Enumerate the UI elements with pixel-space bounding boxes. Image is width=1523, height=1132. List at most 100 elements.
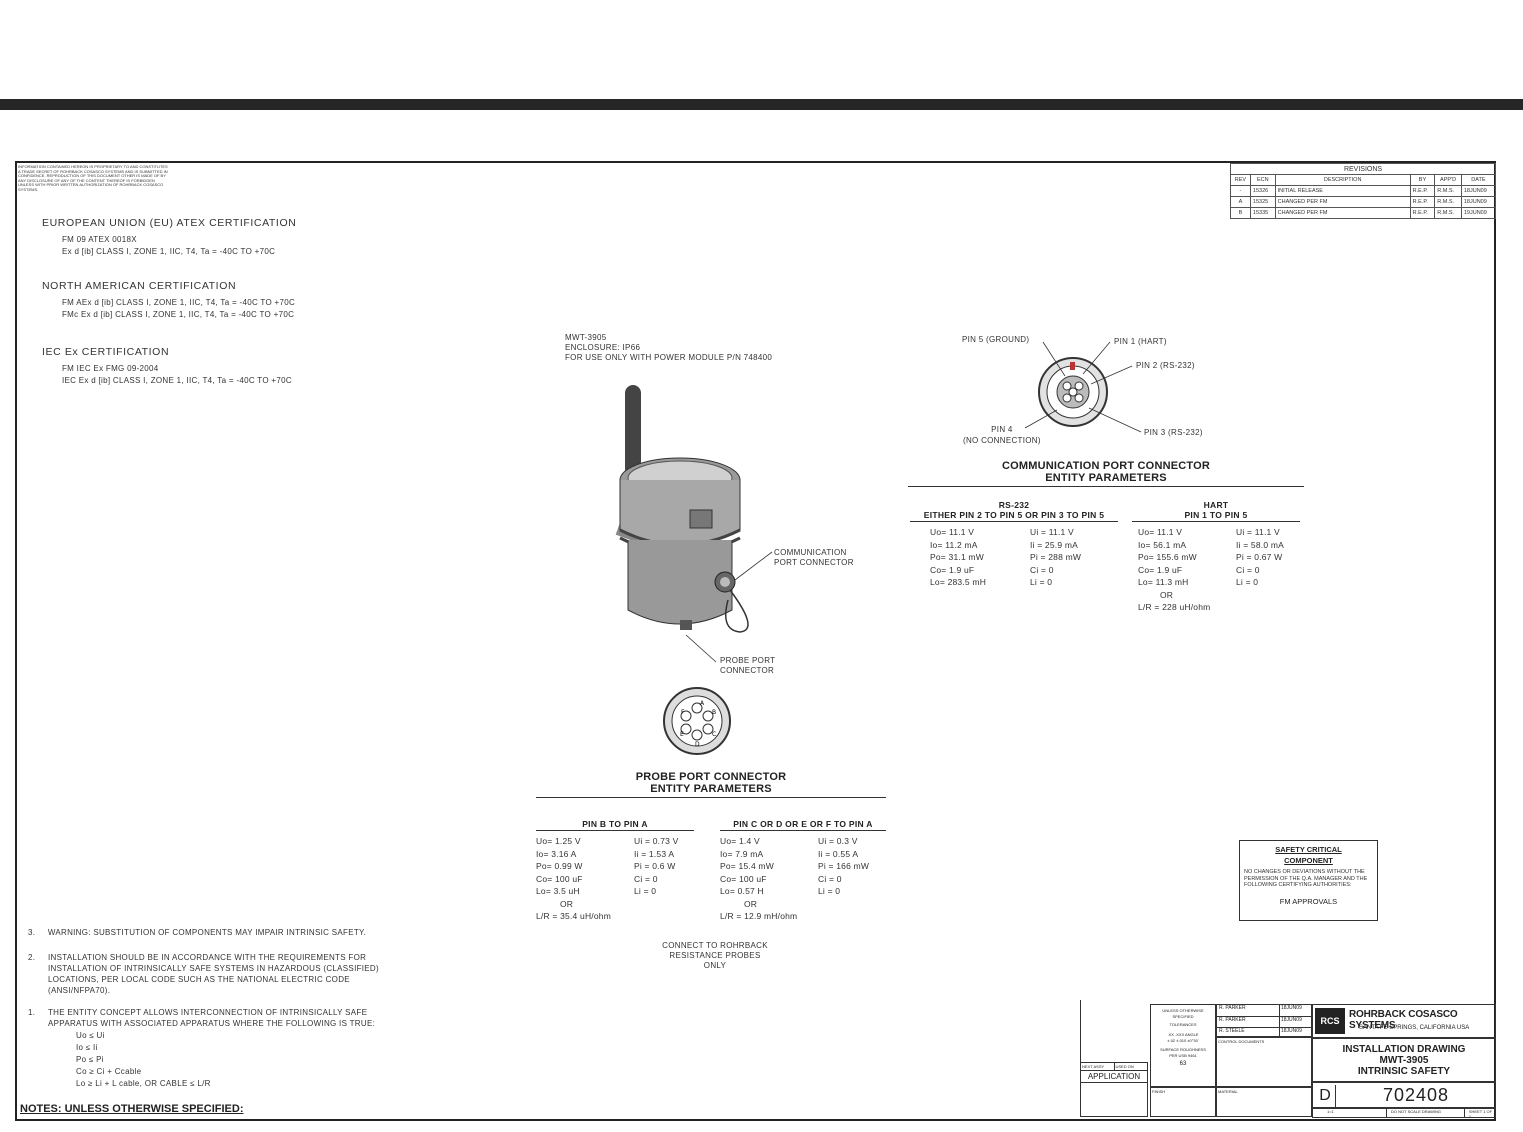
title-block: NEXT ASSY USED ON APPLICATION UNLESS OTH… <box>1080 1000 1496 1120</box>
probe-ba-source: Uo= 1.25 V Io= 3.16 A Po= 0.99 W Co= 100… <box>536 835 634 923</box>
cert-eu: EUROPEAN UNION (EU) ATEX CERTIFICATION F… <box>42 217 296 258</box>
drawing-size: D <box>1315 1085 1336 1107</box>
pin-letter: E <box>680 731 684 738</box>
cert-iec: IEC Ex CERTIFICATION FM IEC Ex FMG 09-20… <box>42 346 292 387</box>
drawing-number-block: D 702408 <box>1312 1082 1496 1108</box>
note-text: APPARATUS WITH ASSOCIATED APPARATUS WHER… <box>48 1019 376 1028</box>
param: Ui = 0.73 V <box>634 836 679 846</box>
param: Li = 0 <box>634 886 657 896</box>
param: Li = 0 <box>1030 577 1053 587</box>
rev-cell: 15326 <box>1249 185 1276 197</box>
note-text: LOCATIONS, PER LOCAL CODE SUCH AS THE NA… <box>48 975 350 984</box>
or-label: OR <box>744 898 758 909</box>
condition: Po ≤ Pi <box>76 1055 104 1064</box>
application-block: NEXT ASSY USED ON APPLICATION <box>1080 1062 1148 1117</box>
ratio: L/R = 35.4 uH/ohm <box>536 911 611 921</box>
callout-line: COMMUNICATION <box>774 548 847 557</box>
param: Po= 31.1 mW <box>930 552 984 562</box>
rs232-subheading: EITHER PIN 2 TO PIN 5 OR PIN 3 TO PIN 5 <box>923 510 1105 520</box>
rev-cell: CHANGED PER FM <box>1274 207 1411 219</box>
param: Io= 11.2 mA <box>930 539 978 550</box>
rev-cell: A <box>1230 196 1251 208</box>
finish-label: FINISH <box>1150 1087 1216 1117</box>
pin4-line: PIN 4 <box>991 425 1013 434</box>
tol-line: ±.02 ±.010 ±0°30' <box>1167 1038 1199 1043</box>
probe-ba-heading: PIN B TO PIN A <box>582 819 648 829</box>
pin4-line: (NO CONNECTION) <box>963 436 1041 445</box>
rev-cell: R.M.S. <box>1434 185 1462 197</box>
rev-header: DATE <box>1460 174 1497 186</box>
checked-date: 18JUN09 <box>1281 1017 1302 1023</box>
callout-line: PORT CONNECTOR <box>774 558 854 567</box>
rev-cell: R.E.P. <box>1409 207 1436 219</box>
cert-na-line: FM AEx d [ib] CLASS I, ZONE 1, IIC, T4, … <box>62 298 296 307</box>
tolerance-block: UNLESS OTHERWISE SPECIFIED TOLERANCES .X… <box>1150 1004 1216 1087</box>
pin-letter: C <box>712 731 716 738</box>
param: Po= 155.6 mW <box>1138 552 1197 562</box>
note-number: 1. <box>28 1008 36 1017</box>
rev-cell: 18JUN09 <box>1460 185 1497 197</box>
param: Uo= 1.4 V <box>720 836 760 846</box>
param: Io= 7.9 mA <box>720 848 764 859</box>
note-text: THE ENTITY CONCEPT ALLOWS INTERCONNECTIO… <box>48 1008 368 1017</box>
connect-note-line: RESISTANCE PROBES <box>669 951 761 960</box>
param: Po= 15.4 mW <box>720 861 774 871</box>
probe-cf-block: PIN C OR D OR E OR F TO PIN A Uo= 1.4 V … <box>720 819 886 923</box>
rs232-load: Ui = 11.1 V Ii = 25.9 mA Pi = 288 mW Ci … <box>1025 526 1081 589</box>
probe-cf-heading: PIN C OR D OR E OR F TO PIN A <box>733 819 873 829</box>
param: Pi = 0.6 W <box>634 861 676 871</box>
checked-by: R. PARKER <box>1217 1017 1280 1027</box>
condition: Lo ≥ Li + L cable, OR CABLE ≤ L/R <box>76 1079 211 1088</box>
entity-conditions: Uo ≤ Ui Io ≤ Ii Po ≤ Pi Co ≥ Ci + Ccable… <box>76 1030 211 1090</box>
callout-line: CONNECTOR <box>720 666 775 675</box>
param: Ci = 0 <box>1236 564 1260 575</box>
param: Ui = 11.1 V <box>1030 527 1074 537</box>
note-number: 2. <box>28 953 36 962</box>
probe-connector-face: A F B E C D <box>663 687 731 755</box>
param: Ii = 1.53 A <box>634 848 675 859</box>
param: Uo= 11.1 V <box>930 527 975 537</box>
rev-cell: 15335 <box>1249 207 1276 219</box>
or-label: OR <box>1160 589 1174 600</box>
drawing-title: INSTALLATION DRAWING MWT-3905 INTRINSIC … <box>1312 1038 1496 1082</box>
rev-header: REV <box>1230 174 1251 186</box>
param: Co= 100 uF <box>536 873 583 884</box>
pin-letter: B <box>712 709 716 716</box>
rev-cell: R.E.P. <box>1409 185 1436 197</box>
param: Lo= 3.5 uH <box>536 886 580 896</box>
table-row: B 15335 CHANGED PER FM R.E.P. R.M.S. 19J… <box>1230 207 1497 219</box>
note-number: 3. <box>28 928 36 937</box>
rev-cell: B <box>1230 207 1251 219</box>
pin3-label: PIN 3 (RS-232) <box>1144 428 1203 437</box>
tol-line: SPECIFIED <box>1172 1014 1194 1019</box>
device-power-note: FOR USE ONLY WITH POWER MODULE P/N 74840… <box>565 353 773 362</box>
param: Ii = 25.9 mA <box>1030 539 1078 550</box>
param: Ui = 11.1 V <box>1236 527 1280 537</box>
condition: Io ≤ Ii <box>76 1043 98 1052</box>
param: Lo= 0.57 H <box>720 886 764 896</box>
note-text: INSTALLATION SHOULD BE IN ACCORDANCE WIT… <box>48 953 367 962</box>
connect-note-line: CONNECT TO ROHRBACK <box>662 941 768 950</box>
cert-na: NORTH AMERICAN CERTIFICATION FM AEx d [i… <box>42 280 295 321</box>
roughness-value: 63 <box>1179 1061 1187 1067</box>
rev-cell: R.M.S. <box>1434 196 1462 208</box>
condition: Co ≥ Ci + Ccable <box>76 1067 142 1076</box>
table-row: A 15325 CHANGED PER FM R.E.P. R.M.S. 18J… <box>1230 196 1497 208</box>
material-label: MATERIAL <box>1216 1087 1312 1117</box>
param: Io= 56.1 mA <box>1138 539 1187 550</box>
drawn-date: 18JUN09 <box>1281 1005 1302 1011</box>
cert-eu-heading: EUROPEAN UNION (EU) ATEX CERTIFICATION <box>42 217 297 229</box>
rs232-block: RS-232 EITHER PIN 2 TO PIN 5 OR PIN 3 TO… <box>910 500 1118 589</box>
note-2: 2. INSTALLATION SHOULD BE IN ACCORDANCE … <box>28 952 379 996</box>
drawn-by: R. PARKER <box>1217 1005 1280 1016</box>
param: Co= 1.9 uF <box>930 564 975 575</box>
company-block: RCS ROHRBACK COSASCO SYSTEMS SANTA FE SP… <box>1312 1004 1496 1038</box>
signatures-block: R. PARKER 18JUN09 R. PARKER 18JUN09 R. S… <box>1216 1004 1312 1038</box>
pin5-label: PIN 5 (GROUND) <box>962 335 1030 344</box>
param: Co= 100 uF <box>720 873 767 884</box>
note-text: INSTALLATION OF INTRINSICALLY SAFE SYSTE… <box>48 964 379 973</box>
probe-section-title: PROBE PORT CONNECTOR ENTITY PARAMETERS <box>536 771 886 798</box>
rev-header: BY <box>1409 174 1436 186</box>
rev-header: APP'D <box>1434 174 1462 186</box>
rev-cell: 19JUN09 <box>1460 207 1497 219</box>
